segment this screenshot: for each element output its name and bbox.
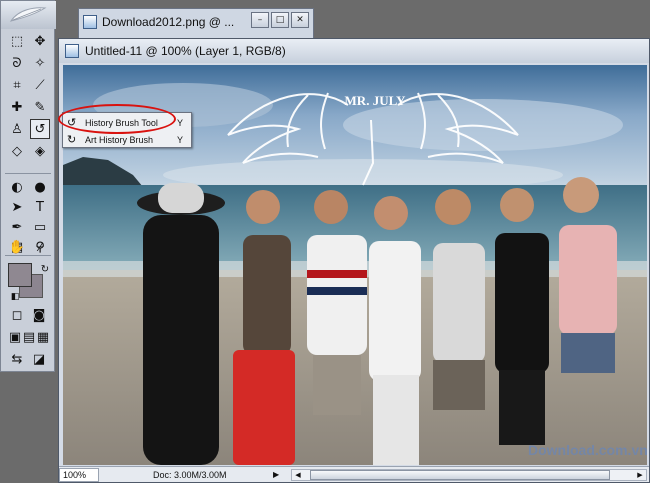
horizontal-scrollbar[interactable]: ◀ ▶ — [291, 469, 647, 481]
foreground-color-swatch[interactable] — [8, 263, 32, 287]
menu-item-label: Art History Brush — [85, 134, 154, 145]
close-button[interactable]: ✕ — [291, 12, 309, 28]
scroll-right-icon[interactable]: ▶ — [634, 470, 646, 480]
toolbox-header[interactable] — [1, 1, 56, 29]
toolbox-divider — [5, 255, 51, 256]
slice-tool-icon[interactable]: ⟋ — [30, 75, 50, 95]
default-colors-icon[interactable]: ◧ — [5, 287, 25, 307]
history-brush-icon: ↺ — [67, 116, 77, 129]
maximize-button[interactable]: □ — [271, 12, 289, 28]
menu-item-label: History Brush Tool — [85, 117, 158, 128]
clone-stamp-icon[interactable]: ♙ — [7, 119, 27, 139]
window-title-bar[interactable]: Download2012.png @ ... — [83, 12, 234, 32]
document-window[interactable]: Untitled-11 @ 100% (Layer 1, RGB/8) MR. … — [58, 38, 650, 483]
standard-mode-icon[interactable]: ◻ — [7, 305, 27, 325]
menu-item-art-history-brush[interactable]: ↻ Art History Brush Y — [63, 131, 191, 148]
tools-panel: ⬚ ✥ ᘐ ✧ ⌗ ⟋ ✚ ✎ ♙ ↺ ◇ ◈ ◐ ● ➤ T ✒ ▭ ▤ ⌿ ✋ ⚲ ↻ ◧ ◻ ◙ ▣ ▤ ▦ ⇆ ◪ — [0, 0, 56, 372]
status-bar: 100% Doc: 3.00M/3.00M ▶ ◀ ▶ — [59, 466, 649, 482]
swap-colors-icon[interactable]: ↻ — [35, 259, 55, 279]
magic-wand-icon[interactable]: ✧ — [30, 53, 50, 73]
move-tool-icon[interactable]: ✥ — [30, 31, 50, 51]
window-title: Download2012.png @ ... — [102, 15, 235, 29]
lasso-tool-icon[interactable]: ᘐ — [7, 53, 27, 73]
minimize-button[interactable]: – — [251, 12, 269, 28]
type-tool-icon[interactable]: T — [30, 197, 50, 217]
quick-mask-icon[interactable]: ◙ — [29, 305, 49, 325]
pen-tool-icon[interactable]: ✒ — [7, 217, 27, 237]
hand-tool-icon[interactable]: ✋ — [7, 237, 27, 257]
full-screen-icon[interactable]: ▦ — [33, 327, 53, 347]
scrollbar-thumb[interactable] — [310, 470, 610, 480]
history-brush-tool-icon[interactable]: ↺ — [30, 119, 50, 139]
document-icon — [65, 44, 79, 58]
window-title: Untitled-11 @ 100% (Layer 1, RGB/8) — [85, 44, 286, 58]
status-menu-arrow-icon[interactable]: ▶ — [273, 470, 285, 479]
blur-tool-icon[interactable]: ◐ — [7, 177, 27, 197]
menu-item-history-brush-tool[interactable]: ↺ History Brush Tool Y — [63, 114, 191, 131]
scroll-left-icon[interactable]: ◀ — [292, 470, 304, 480]
watermark-text: MR. JULY — [345, 93, 407, 108]
zoom-level-field[interactable]: 100% — [59, 467, 99, 482]
shape-tool-icon[interactable]: ▭ — [30, 217, 50, 237]
window-title-bar[interactable]: Untitled-11 @ 100% (Layer 1, RGB/8) — [59, 39, 649, 63]
zoom-tool-icon[interactable]: ⚲ — [30, 237, 50, 257]
crop-tool-icon[interactable]: ⌗ — [7, 75, 27, 95]
document-size-info: Doc: 3.00M/3.00M — [153, 469, 227, 480]
brush-tool-icon[interactable]: ✎ — [30, 97, 50, 117]
feather-logo-icon — [9, 7, 47, 22]
menu-item-shortcut: Y — [177, 134, 184, 145]
art-history-brush-icon: ↻ — [67, 133, 77, 146]
eraser-tool-icon[interactable]: ◇ — [7, 141, 27, 161]
menu-item-shortcut: Y — [177, 117, 184, 128]
dodge-tool-icon[interactable]: ● — [30, 177, 50, 197]
site-watermark: Download.com.vn — [528, 442, 647, 458]
toolbox-divider — [5, 173, 51, 174]
path-selection-icon[interactable]: ➤ — [7, 197, 27, 217]
history-brush-flyout-menu: ↺ History Brush Tool Y ↻ Art History Bru… — [62, 112, 192, 148]
paint-bucket-icon[interactable]: ◈ — [30, 141, 50, 161]
jump-to-imageready-icon[interactable]: ⇆ — [7, 349, 27, 369]
marquee-tool-icon[interactable]: ⬚ — [7, 31, 27, 51]
imageready-icon[interactable]: ◪ — [29, 349, 49, 369]
document-icon — [83, 15, 97, 29]
healing-brush-icon[interactable]: ✚ — [7, 97, 27, 117]
